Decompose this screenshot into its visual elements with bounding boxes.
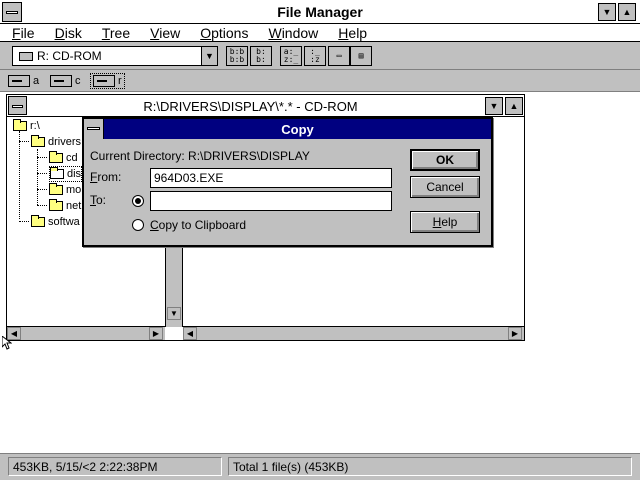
mouse-cursor-icon [2, 336, 12, 350]
copy-to-clipboard-label[interactable]: Copy to Clipboard [150, 218, 246, 232]
menu-tree[interactable]: Tree [102, 25, 130, 41]
scroll-down-icon[interactable]: ▼ [167, 307, 181, 320]
child-maximize-icon[interactable]: ▲ [505, 97, 523, 115]
child-minimize-icon[interactable]: ▼ [485, 97, 503, 115]
tree-item-drivers[interactable]: drivers [31, 134, 81, 150]
tree-item-mouse[interactable]: mo [49, 182, 81, 198]
sort-type-button[interactable]: :_:z [304, 46, 326, 66]
cancel-button[interactable]: Cancel [410, 176, 480, 198]
title-bar: File Manager ▼ ▲ [0, 0, 640, 24]
ok-button[interactable]: OK [410, 149, 480, 171]
status-total-files: Total 1 file(s) (453KB) [228, 457, 632, 476]
drive-a[interactable]: a [8, 73, 39, 89]
to-label: To: [90, 193, 107, 207]
folder-icon [49, 183, 63, 195]
tree-item-software[interactable]: softwa [31, 214, 80, 230]
tree-item-root[interactable]: r:\ [13, 118, 40, 134]
new-window-icon[interactable]: ▭ [328, 46, 350, 66]
folder-icon [13, 119, 27, 131]
scroll-right-icon[interactable]: ▶ [508, 327, 522, 340]
floppy-drive-icon [8, 75, 30, 87]
from-label: From: [90, 170, 122, 184]
drive-r[interactable]: r [90, 73, 125, 89]
folder-icon [49, 151, 63, 163]
minimize-icon[interactable]: ▼ [598, 3, 616, 21]
copy-dialog: Copy Current Directory: R:\DRIVERS\DISPL… [82, 117, 493, 247]
folder-icon [49, 199, 63, 211]
menu-options[interactable]: Options [200, 25, 248, 41]
tree-item-display[interactable]: dis [49, 166, 83, 182]
list-view-button[interactable]: b: b: [250, 46, 272, 66]
drive-c[interactable]: c [50, 73, 81, 89]
dialog-system-menu-icon[interactable] [84, 119, 104, 139]
scroll-left-icon[interactable]: ◀ [183, 327, 197, 340]
dropdown-arrow-icon[interactable]: ▼ [201, 47, 217, 65]
tree-item-cd[interactable]: cd [49, 150, 78, 166]
to-radio[interactable] [132, 195, 144, 207]
cdrom-drive-icon [93, 75, 115, 87]
properties-icon[interactable]: ▤ [350, 46, 372, 66]
copy-to-clipboard-radio[interactable] [132, 219, 144, 231]
scroll-right-icon[interactable]: ▶ [149, 327, 163, 340]
from-input[interactable]: 964D03.EXE [150, 168, 392, 188]
folder-icon [31, 215, 45, 227]
menu-file[interactable]: File [12, 25, 35, 41]
cdrom-drive-icon [19, 52, 33, 61]
toolbar: R: CD-ROM ▼ b:b b:b b: b: a:_ z:_ :_:z ▭ ▤ [0, 42, 640, 70]
menu-window[interactable]: Window [268, 25, 318, 41]
folder-icon [31, 135, 45, 147]
copy-dialog-title: Copy [281, 122, 314, 137]
hard-drive-icon [50, 75, 72, 87]
current-directory-value: R:\DRIVERS\DISPLAY [188, 149, 310, 163]
to-input[interactable] [150, 191, 392, 211]
menu-bar: File Disk Tree View Options Window Help [0, 24, 640, 42]
tree-view-button[interactable]: b:b b:b [226, 46, 248, 66]
tree-horizontal-scrollbar[interactable]: ◀ ▶ [7, 326, 165, 340]
tree-item-network[interactable]: net [49, 198, 81, 214]
help-button[interactable]: Help [410, 211, 480, 233]
directory-window-title-bar: R:\DRIVERS\DISPLAY\*.* - CD-ROM ▼ ▲ [7, 95, 524, 117]
drive-combo[interactable]: R: CD-ROM ▼ [12, 46, 218, 66]
status-bar: 453KB, 5/15/<2 2:22:38PM Total 1 file(s)… [0, 453, 640, 480]
current-directory-label: Current Directory: R:\DRIVERS\DISPLAY [90, 149, 310, 163]
menu-help[interactable]: Help [338, 25, 367, 41]
menu-view[interactable]: View [150, 25, 180, 41]
status-selected-file: 453KB, 5/15/<2 2:22:38PM [8, 457, 222, 476]
file-horizontal-scrollbar[interactable]: ◀ ▶ [183, 326, 524, 340]
sort-name-button[interactable]: a:_ z:_ [280, 46, 302, 66]
copy-dialog-title-bar: Copy [84, 119, 491, 139]
menu-disk[interactable]: Disk [55, 25, 82, 41]
app-title: File Manager [277, 4, 363, 20]
drive-bar: a c r [0, 70, 640, 92]
open-folder-icon [50, 167, 64, 179]
directory-window-title: R:\DRIVERS\DISPLAY\*.* - CD-ROM [143, 99, 358, 114]
maximize-icon[interactable]: ▲ [618, 3, 636, 21]
